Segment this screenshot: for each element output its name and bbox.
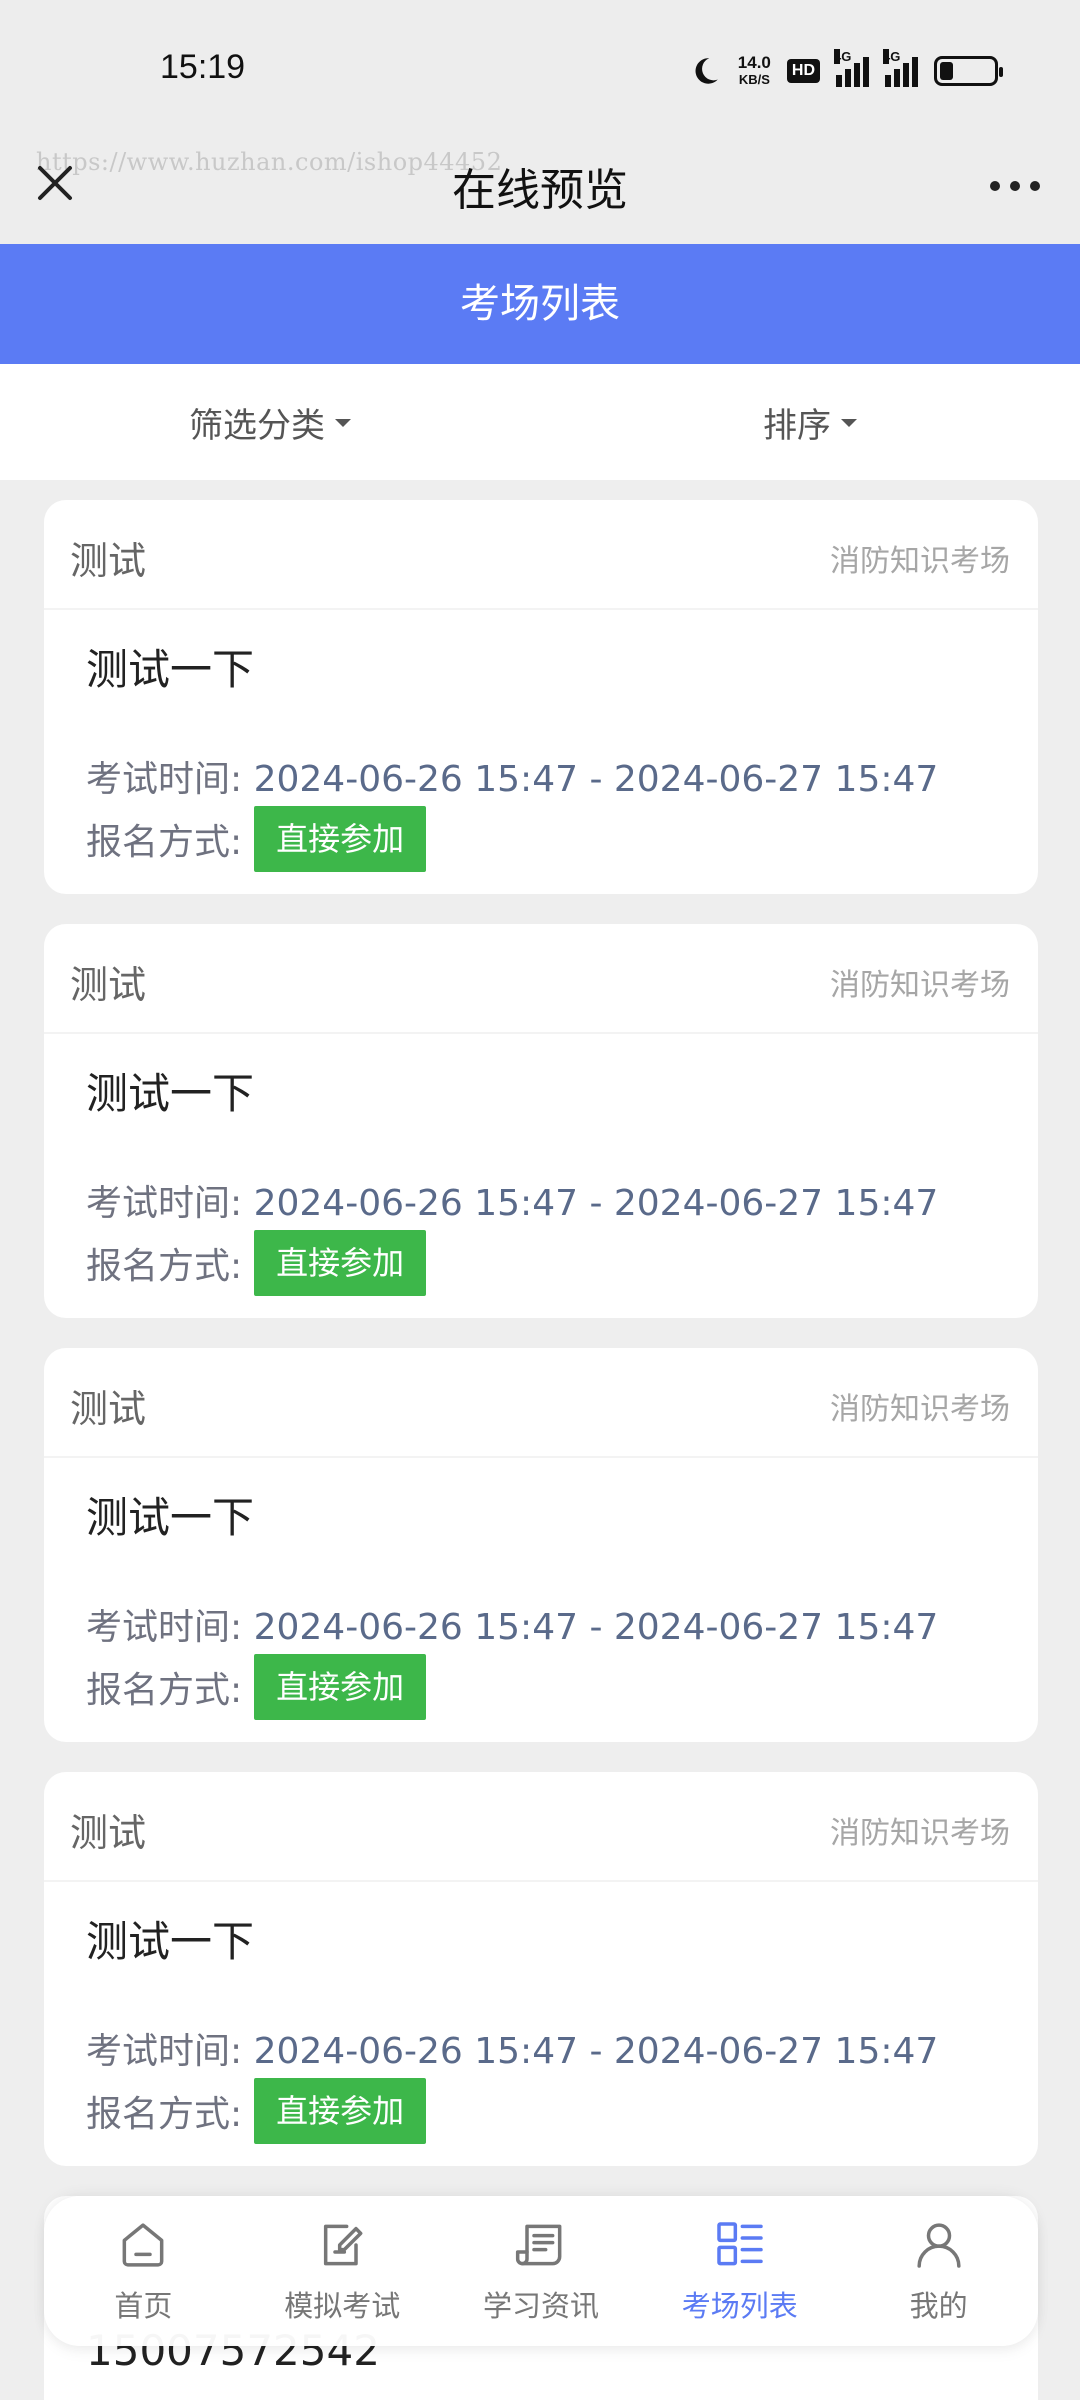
battery-fill <box>940 62 953 80</box>
card-venue: 消防知识考场 <box>830 544 1010 579</box>
title-bar: https://www.huzhan.com/ishop44452 在线预览 <box>0 140 1080 244</box>
time-label: 考试时间: <box>86 759 243 800</box>
net-speed: 14.0 KB/S <box>738 54 771 88</box>
time-value: 2024-06-26 15:47 - 2024-06-27 15:47 <box>253 759 939 800</box>
card-title: 测试一下 <box>86 1917 255 1966</box>
signal-tag: 4G <box>834 49 852 64</box>
status-icons: 14.0 KB/S HD 4G 4G <box>688 48 1003 94</box>
hd-badge: HD <box>786 59 820 83</box>
tab-profile[interactable]: 我的 <box>839 2196 1038 2346</box>
exam-list: 测试 消防知识考场 测试一下 考试时间: 2024-06-26 15:47 - … <box>44 500 1038 2400</box>
bottom-tab-bar: 首页 模拟考试 学习资讯 考场列表 我的 <box>44 2196 1038 2346</box>
time-label: 考试时间: <box>86 2031 243 2072</box>
filter-category-label: 筛选分类 <box>189 405 325 446</box>
time-label: 考试时间: <box>86 1183 243 1224</box>
card-signup-row: 报名方式: 直接参加 <box>86 2078 427 2144</box>
card-time-row: 考试时间: 2024-06-26 15:47 - 2024-06-27 15:4… <box>86 2022 938 2074</box>
card-signup-row: 报名方式: 直接参加 <box>86 1230 427 1296</box>
card-category: 测试 <box>70 539 147 583</box>
tab-label: 模拟考试 <box>284 2289 401 2323</box>
tab-label: 我的 <box>909 2289 968 2323</box>
card-venue: 消防知识考场 <box>830 968 1010 1003</box>
status-bar: 15:19 14.0 KB/S HD 4G 4G <box>0 0 1080 140</box>
exam-card[interactable]: 测试 消防知识考场 测试一下 考试时间: 2024-06-26 15:47 - … <box>44 500 1038 894</box>
tab-label: 学习资讯 <box>482 2289 599 2323</box>
filter-bar: 筛选分类 排序 <box>0 364 1080 480</box>
sort-label: 排序 <box>763 405 831 446</box>
caret-down-icon <box>841 419 857 427</box>
time-label: 考试时间: <box>86 1607 243 1648</box>
status-time: 15:19 <box>160 48 246 86</box>
exam-card[interactable]: 测试 消防知识考场 测试一下 考试时间: 2024-06-26 15:47 - … <box>44 924 1038 1318</box>
tab-exam-list[interactable]: 考场列表 <box>640 2196 839 2346</box>
edit-doc-icon <box>324 2224 363 2266</box>
card-header: 测试 消防知识考场 <box>44 1772 1038 1882</box>
card-header: 测试 消防知识考场 <box>44 1348 1038 1458</box>
home-icon <box>122 2223 164 2267</box>
signal-icon: 4G <box>883 49 918 87</box>
card-category: 测试 <box>70 1387 147 1431</box>
page-title: 在线预览 <box>452 165 628 216</box>
signup-label: 报名方式: <box>86 2094 243 2135</box>
signal-tag: 4G <box>883 49 901 64</box>
exam-card[interactable]: 测试 消防知识考场 测试一下 考试时间: 2024-06-26 15:47 - … <box>44 1772 1038 2166</box>
card-title: 测试一下 <box>86 645 255 694</box>
card-signup-row: 报名方式: 直接参加 <box>86 806 427 872</box>
card-venue: 消防知识考场 <box>830 1816 1010 1851</box>
join-button[interactable]: 直接参加 <box>254 806 427 872</box>
moon-icon <box>695 58 718 84</box>
time-value: 2024-06-26 15:47 - 2024-06-27 15:47 <box>253 1607 939 1648</box>
tab-home[interactable]: 首页 <box>44 2196 243 2346</box>
user-icon <box>916 2223 961 2268</box>
time-value: 2024-06-26 15:47 - 2024-06-27 15:47 <box>253 2031 939 2072</box>
card-time-row: 考试时间: 2024-06-26 15:47 - 2024-06-27 15:4… <box>86 750 938 802</box>
signup-label: 报名方式: <box>86 1246 243 1287</box>
join-button[interactable]: 直接参加 <box>254 2078 427 2144</box>
exam-card[interactable]: 测试 消防知识考场 测试一下 考试时间: 2024-06-26 15:47 - … <box>44 1348 1038 1742</box>
page-header: 考场列表 <box>0 244 1080 364</box>
card-header: 测试 消防知识考场 <box>44 500 1038 610</box>
time-value: 2024-06-26 15:47 - 2024-06-27 15:47 <box>253 1183 939 1224</box>
caret-down-icon <box>335 419 351 427</box>
tab-label: 考场列表 <box>681 2289 798 2323</box>
net-speed-value: 14.0 <box>737 53 771 72</box>
card-signup-row: 报名方式: 直接参加 <box>86 1654 427 1720</box>
list-icon <box>717 2222 763 2266</box>
card-time-row: 考试时间: 2024-06-26 15:47 - 2024-06-27 15:4… <box>86 1174 938 1226</box>
filter-category-dropdown[interactable]: 筛选分类 <box>0 364 540 480</box>
signup-label: 报名方式: <box>86 1670 243 1711</box>
card-category: 测试 <box>70 1811 147 1855</box>
battery-icon <box>934 56 1003 86</box>
tab-mock-exam[interactable]: 模拟考试 <box>243 2196 442 2346</box>
net-speed-unit: KB/S <box>738 72 770 87</box>
card-venue: 消防知识考场 <box>830 1392 1010 1427</box>
tab-label: 首页 <box>114 2289 173 2323</box>
join-button[interactable]: 直接参加 <box>254 1654 427 1720</box>
join-button[interactable]: 直接参加 <box>254 1230 427 1296</box>
card-header: 测试 消防知识考场 <box>44 924 1038 1034</box>
sort-dropdown[interactable]: 排序 <box>540 364 1080 480</box>
signal-icon: 4G <box>834 49 869 87</box>
card-title: 测试一下 <box>86 1493 255 1542</box>
card-title: 测试一下 <box>86 1069 255 1118</box>
card-time-row: 考试时间: 2024-06-26 15:47 - 2024-06-27 15:4… <box>86 1598 938 1650</box>
signup-label: 报名方式: <box>86 822 243 863</box>
card-category: 测试 <box>70 963 147 1007</box>
more-icon[interactable] <box>980 166 1050 206</box>
news-icon <box>515 2224 562 2266</box>
tab-study-news[interactable]: 学习资讯 <box>442 2196 641 2346</box>
